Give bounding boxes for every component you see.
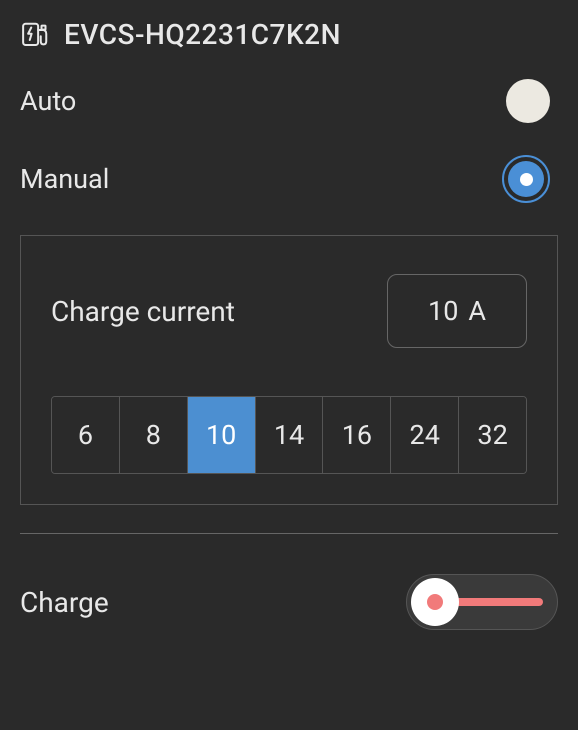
charge-toggle[interactable] [406,574,558,630]
charge-label: Charge [20,586,109,619]
toggle-knob [411,578,459,626]
device-title: EVCS-HQ2231C7K2N [64,18,341,51]
preset-10[interactable]: 10 [188,397,256,473]
divider [20,533,558,534]
toggle-indicator-icon [427,594,443,610]
preset-24[interactable]: 24 [391,397,459,473]
charge-current-value-display: 10 A [387,274,527,348]
mode-auto-radio[interactable] [506,79,550,123]
preset-14[interactable]: 14 [256,397,324,473]
mode-manual-label: Manual [20,163,109,195]
manual-settings-panel: Charge current 10 A 681014162432 [20,235,558,505]
preset-16[interactable]: 16 [323,397,391,473]
charge-current-presets: 681014162432 [51,396,527,474]
mode-manual-radio[interactable] [502,155,550,203]
charge-current-unit: A [468,295,486,327]
preset-6[interactable]: 6 [52,397,120,473]
ev-charger-icon [20,19,50,51]
mode-auto-label: Auto [20,85,76,117]
charge-current-label: Charge current [51,295,235,328]
charge-current-value: 10 [428,295,458,327]
preset-32[interactable]: 32 [459,397,526,473]
preset-8[interactable]: 8 [120,397,188,473]
